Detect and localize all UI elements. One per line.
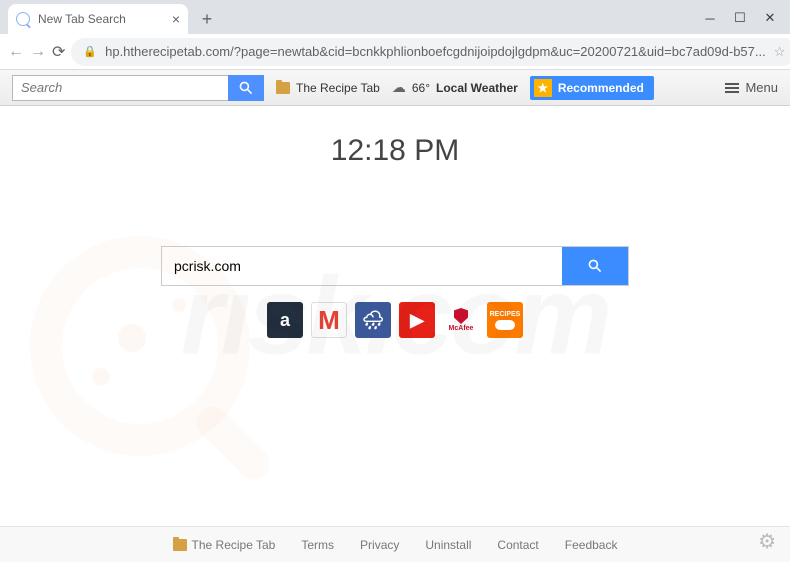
footer-privacy[interactable]: Privacy — [360, 538, 399, 552]
tile-recipes[interactable]: RECIPES — [487, 302, 523, 338]
footer-feedback[interactable]: Feedback — [565, 538, 618, 552]
url-text: hp.htherecipetab.com/?page=newtab&cid=bc… — [105, 44, 766, 59]
tile-amazon[interactable]: a — [267, 302, 303, 338]
recipe-tab-link[interactable]: The Recipe Tab — [276, 81, 380, 95]
close-tab-icon[interactable]: × — [172, 11, 180, 27]
recipe-tab-label: The Recipe Tab — [296, 81, 380, 95]
lock-icon: 🔒 — [83, 45, 97, 58]
tile-youtube[interactable]: ▶ — [399, 302, 435, 338]
folder-icon — [173, 539, 187, 551]
toolbar-search-input[interactable] — [12, 75, 228, 101]
main-search-input[interactable] — [162, 247, 562, 285]
tile-weather[interactable]: 🌧 — [355, 302, 391, 338]
recommended-label: Recommended — [558, 81, 644, 95]
spoon-icon — [495, 320, 515, 330]
reload-button[interactable]: ⟳ — [52, 38, 65, 66]
tile-gmail[interactable]: M — [311, 302, 347, 338]
tab-title: New Tab Search — [38, 12, 126, 26]
footer-uninstall[interactable]: Uninstall — [425, 538, 471, 552]
bookmark-star-icon[interactable]: ☆ — [774, 44, 786, 60]
browser-tab[interactable]: New Tab Search × — [8, 4, 188, 34]
recommended-button[interactable]: ★ Recommended — [530, 76, 654, 100]
close-window-button[interactable]: ✕ — [764, 12, 776, 24]
address-bar[interactable]: 🔒 hp.htherecipetab.com/?page=newtab&cid=… — [71, 38, 790, 66]
search-icon — [16, 12, 30, 26]
footer-terms[interactable]: Terms — [301, 538, 334, 552]
menu-button[interactable]: Menu — [725, 80, 778, 95]
weather-label: Local Weather — [436, 81, 518, 95]
hamburger-icon — [725, 83, 739, 93]
play-icon: ▶ — [410, 310, 424, 331]
back-button[interactable]: ← — [8, 38, 24, 66]
folder-icon — [276, 82, 290, 94]
mcafee-label: McAfee — [449, 325, 474, 332]
minimize-button[interactable]: ─ — [704, 12, 716, 24]
star-icon: ★ — [534, 79, 552, 97]
tile-mcafee[interactable]: McAfee — [443, 302, 479, 338]
toolbar-search — [12, 75, 264, 101]
recipes-label: RECIPES — [490, 311, 521, 318]
new-tab-button[interactable]: + — [194, 6, 220, 32]
main-search-button[interactable] — [562, 247, 628, 285]
amazon-logo: a — [280, 310, 290, 331]
footer-contact[interactable]: Contact — [497, 538, 538, 552]
mcafee-shield-icon — [454, 308, 468, 324]
clock-display: 12:18 PM — [331, 134, 459, 168]
menu-label: Menu — [745, 80, 778, 95]
maximize-button[interactable]: ☐ — [734, 12, 746, 24]
toolbar-search-button[interactable] — [228, 75, 264, 101]
main-search — [161, 246, 629, 286]
weather-temp: 66° — [412, 81, 430, 95]
gmail-logo: M — [318, 305, 340, 336]
settings-gear-icon[interactable]: ⚙ — [758, 529, 776, 554]
forward-button[interactable]: → — [30, 38, 46, 66]
footer-recipe-tab[interactable]: The Recipe Tab — [173, 538, 276, 552]
cloud-icon: ☁ — [392, 79, 406, 96]
weather-link[interactable]: ☁ 66° Local Weather — [392, 79, 518, 96]
weather-icon: 🌧 — [362, 310, 385, 331]
